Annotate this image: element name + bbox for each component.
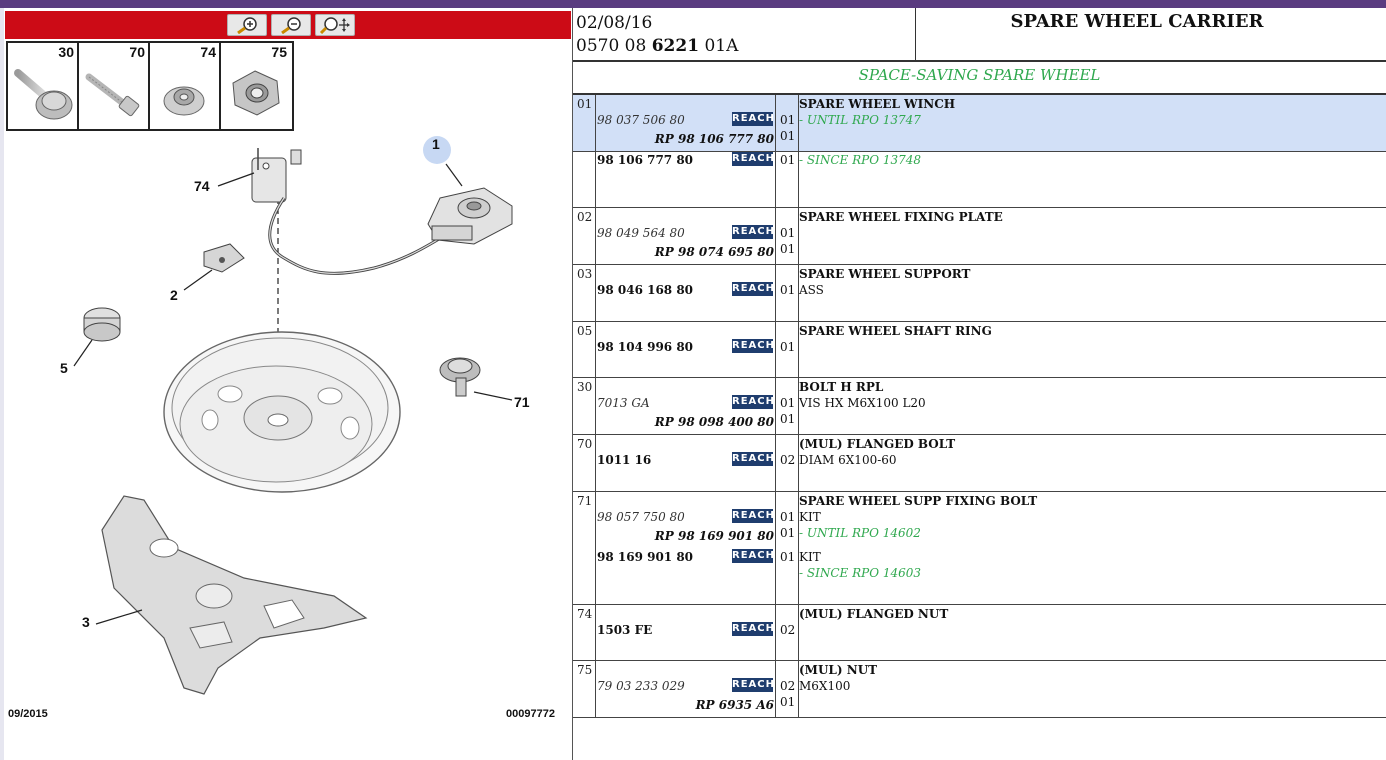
reach-badge[interactable]: REACH (732, 452, 774, 466)
table-row[interactable]: 75 79 03 233 029 REACH RP 6935 A6 02 01 … (573, 661, 1386, 718)
diagram-ref: 00097772 (506, 708, 555, 720)
replacement-part-number[interactable]: RP 98 169 901 80 (655, 529, 774, 543)
part-number[interactable]: 98 037 506 80 (597, 113, 685, 127)
magnifier-plus-icon (237, 17, 257, 34)
part-number[interactable]: 1011 16 (597, 453, 651, 467)
table-row[interactable]: 02 98 049 564 80 REACH RP 98 074 695 80 … (573, 208, 1386, 265)
callout-2[interactable]: 2 (170, 287, 178, 303)
part-number[interactable]: 79 03 233 029 (597, 679, 685, 693)
magnifier-minus-icon (281, 17, 301, 34)
diagram-toolbar (5, 11, 571, 39)
reach-badge[interactable]: REACH (732, 339, 774, 353)
parts-header: 02/08/16 0570 08 6221 01A SPARE WHEEL CA… (573, 8, 1386, 62)
flanged-bolt-icon (14, 69, 73, 120)
hardware-thumbnails: 30 70 74 75 (6, 41, 294, 131)
zoom-out-button[interactable] (271, 14, 311, 36)
part-number[interactable]: 98 049 564 80 (597, 226, 685, 240)
table-row[interactable]: 05 98 104 996 80 REACH 01 SPARE WHEEL SH… (573, 322, 1386, 378)
part-number[interactable]: 98 169 901 80 (597, 550, 693, 564)
reach-badge[interactable]: REACH (732, 678, 774, 692)
nut-icon (232, 70, 280, 116)
callout-3[interactable]: 3 (82, 614, 90, 630)
header-code: 0570 08 6221 01A (576, 36, 739, 56)
part-number[interactable]: 98 046 168 80 (597, 283, 693, 297)
part-number[interactable]: 7013 GA (597, 396, 650, 410)
table-row[interactable]: 98 106 777 80 REACH 01 - SINCE RPO 13748 (573, 151, 1386, 208)
reach-badge[interactable]: REACH (732, 225, 774, 239)
part-description: (MUL) NUT (799, 663, 878, 677)
replacement-part-number[interactable]: RP 6935 A6 (696, 698, 774, 712)
part-description: (MUL) FLANGED NUT (799, 607, 949, 621)
header-info: 02/08/16 0570 08 6221 01A (576, 12, 738, 58)
thumb-74[interactable]: 74 (150, 43, 221, 129)
part-description: SPARE WHEEL SHAFT RING (799, 324, 992, 338)
table-row[interactable]: 70 1011 16 REACH 02 (MUL) FLANGED BOLT D… (573, 435, 1386, 492)
thumb-70[interactable]: 70 (79, 43, 150, 129)
flanged-nut-icon (163, 86, 205, 116)
table-row[interactable]: 74 1503 FE REACH 02 (MUL) FLANGED NUT (573, 605, 1386, 661)
pan-button[interactable] (315, 14, 355, 36)
reach-badge[interactable]: REACH (732, 395, 774, 409)
magnifier-move-icon (319, 17, 350, 34)
reach-badge[interactable]: REACH (732, 112, 774, 126)
diagram-date: 09/2015 (8, 708, 48, 720)
spare-wheel (163, 331, 401, 493)
callout-1[interactable]: 1 (432, 136, 440, 152)
part-number[interactable]: 98 057 750 80 (597, 510, 685, 524)
part-description: SPARE WHEEL SUPPORT (799, 267, 971, 281)
replacement-part-number[interactable]: RP 98 074 695 80 (655, 245, 774, 259)
part-3-support (101, 495, 368, 695)
replacement-part-number[interactable]: RP 98 106 777 80 (655, 132, 774, 146)
reach-badge[interactable]: REACH (732, 282, 774, 296)
zoom-in-button[interactable] (227, 14, 267, 36)
table-row[interactable]: 71 98 057 750 80 REACH RP 98 169 901 80 … (573, 492, 1386, 605)
part-description: BOLT H RPL (799, 380, 884, 394)
part-5-shaft-ring (83, 307, 121, 342)
top-window-bar (0, 0, 1386, 8)
reach-badge[interactable]: REACH (732, 509, 774, 523)
reach-badge[interactable]: REACH (732, 152, 774, 166)
replacement-part-number[interactable]: RP 98 098 400 80 (655, 415, 774, 429)
part-number[interactable]: 98 104 996 80 (597, 340, 693, 354)
part-1-winch (427, 187, 513, 245)
bolt-icon (85, 73, 140, 117)
part-number[interactable]: 1503 FE (597, 623, 652, 637)
reach-badge[interactable]: REACH (732, 622, 774, 636)
table-row[interactable]: 03 98 046 168 80 REACH 01 SPARE WHEEL SU… (573, 265, 1386, 322)
part-description: SPARE WHEEL SUPP FIXING BOLT (799, 494, 1038, 508)
part-71-fixing-bolt (439, 357, 481, 397)
header-date: 02/08/16 (576, 13, 653, 33)
callout-71[interactable]: 71 (514, 394, 530, 410)
part-description: SPARE WHEEL FIXING PLATE (799, 210, 1003, 224)
thumb-30[interactable]: 30 (8, 43, 79, 129)
thumb-75[interactable]: 75 (221, 43, 290, 129)
exploded-view-drawing (73, 136, 513, 695)
table-row[interactable]: 30 7013 GA REACH RP 98 098 400 80 01 01 … (573, 378, 1386, 435)
part-2-clip (203, 243, 245, 273)
reach-badge[interactable]: REACH (732, 549, 774, 563)
part-description: SPARE WHEEL WINCH (799, 97, 956, 111)
part-74-bracket (251, 148, 302, 203)
table-row[interactable]: 01 98 037 506 80 REACH RP 98 106 777 80 … (573, 95, 1386, 152)
callout-5[interactable]: 5 (60, 360, 68, 376)
page-title: SPARE WHEEL CARRIER (1010, 11, 1264, 32)
diagram-pane: 30 70 74 75 1 74 2 5 71 3 09/2015 000977… (4, 8, 572, 760)
callout-74[interactable]: 74 (194, 178, 210, 194)
part-number[interactable]: 98 106 777 80 (597, 153, 693, 167)
part-description: (MUL) FLANGED BOLT (799, 437, 956, 451)
variant-label: SPACE-SAVING SPARE WHEEL (858, 66, 1101, 84)
